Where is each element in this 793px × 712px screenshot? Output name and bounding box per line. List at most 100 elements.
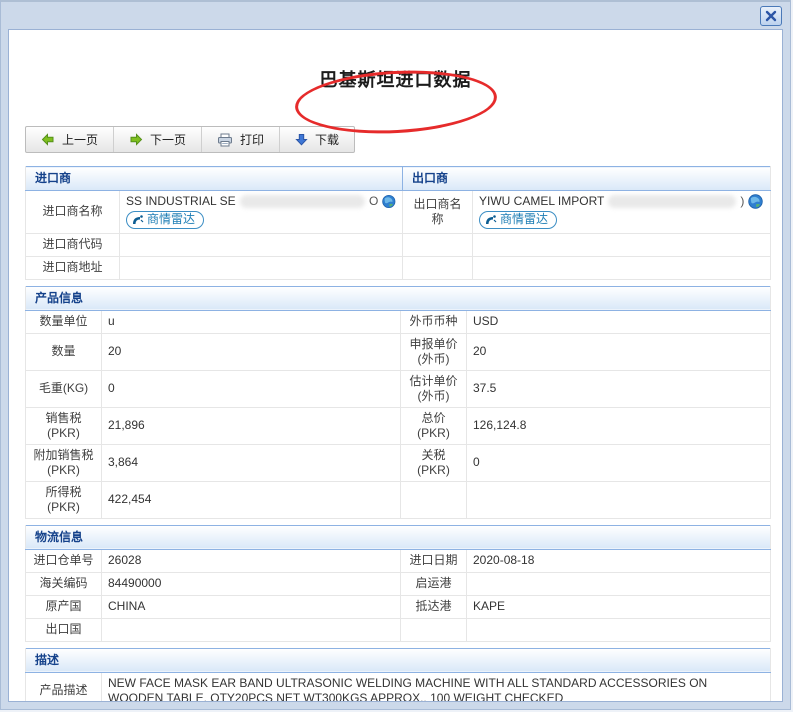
radar-badge-label: 商情雷达 (500, 212, 548, 227)
download-button[interactable]: 下载 (280, 127, 354, 152)
arrow-right-icon (129, 133, 143, 146)
table-row: 进口商地址 (26, 256, 771, 279)
exporter-name-value: YIWU CAMEL IMPORT (479, 194, 604, 209)
next-page-button[interactable]: 下一页 (114, 127, 202, 152)
close-button[interactable] (760, 6, 782, 26)
description-table: 描述 产品描述 NEW FACE MASK EAR BAND ULTRASONI… (25, 648, 771, 703)
product-info-table: 产品信息 数量单位 u 外币币种 USD 数量 20 申报单价(外币) 20 毛… (25, 286, 771, 519)
field-value: 0 (102, 370, 401, 407)
field-label: 毛重(KG) (26, 370, 102, 407)
field-label: 原产国 (26, 595, 102, 618)
table-row: 海关编码 84490000 启运港 (26, 572, 771, 595)
field-value (467, 481, 771, 518)
importer-addr-label: 进口商地址 (26, 256, 120, 279)
section-header-exporter: 出口商 (403, 167, 771, 191)
field-value: 37.5 (467, 370, 771, 407)
importer-name-label: 进口商名称 (26, 191, 120, 234)
arrow-down-icon (295, 133, 308, 146)
field-label: 总价(PKR) (401, 407, 467, 444)
field-value: 21,896 (102, 407, 401, 444)
dialog-window: 巴基斯坦进口数据 上一页 下一页 (0, 0, 791, 710)
globe-icon[interactable] (382, 194, 396, 209)
next-page-label: 下一页 (150, 131, 186, 148)
field-value: 20 (102, 333, 401, 370)
field-label: 估计单价(外币) (401, 370, 467, 407)
importer-radar-badge[interactable]: 商情雷达 (126, 211, 204, 229)
table-row: 原产国 CHINA 抵达港 KAPE (26, 595, 771, 618)
field-value (467, 572, 771, 595)
field-label (401, 481, 467, 518)
importer-code-value (120, 233, 403, 256)
table-row: 数量 20 申报单价(外币) 20 (26, 333, 771, 370)
field-value: 20 (467, 333, 771, 370)
field-value: KAPE (467, 595, 771, 618)
field-value: 126,124.8 (467, 407, 771, 444)
field-value: 0 (467, 444, 771, 481)
dialog-body: 巴基斯坦进口数据 上一页 下一页 (8, 29, 783, 702)
field-label: 数量单位 (26, 310, 102, 333)
print-label: 打印 (240, 131, 264, 148)
field-label: 进口日期 (401, 549, 467, 572)
download-label: 下载 (315, 131, 339, 148)
description-label: 产品描述 (26, 672, 102, 702)
prev-page-button[interactable]: 上一页 (26, 127, 114, 152)
importer-name-value: SS INDUSTRIAL SE (126, 194, 236, 209)
field-value (467, 618, 771, 641)
table-row: 附加销售税(PKR) 3,864 关税(PKR) 0 (26, 444, 771, 481)
importer-addr-value (120, 256, 403, 279)
table-row: 数量单位 u 外币币种 USD (26, 310, 771, 333)
logistics-table: 物流信息 进口仓单号 26028 进口日期 2020-08-18 海关编码 84… (25, 525, 771, 642)
field-value (102, 618, 401, 641)
page-title: 巴基斯坦进口数据 (320, 46, 472, 92)
section-header-importer: 进口商 (26, 167, 403, 191)
printer-icon (217, 133, 233, 147)
field-value: 422,454 (102, 481, 401, 518)
field-value: 3,864 (102, 444, 401, 481)
arrow-left-icon (41, 133, 55, 146)
field-label: 关税(PKR) (401, 444, 467, 481)
table-row: 毛重(KG) 0 估计单价(外币) 37.5 (26, 370, 771, 407)
field-label: 出口国 (26, 618, 102, 641)
prev-page-label: 上一页 (62, 131, 98, 148)
field-value: u (102, 310, 401, 333)
toolbar: 上一页 下一页 打印 下载 (25, 126, 355, 153)
section-header-product: 产品信息 (26, 286, 771, 310)
field-label: 申报单价(外币) (401, 333, 467, 370)
field-label: 数量 (26, 333, 102, 370)
field-label: 启运港 (401, 572, 467, 595)
print-button[interactable]: 打印 (202, 127, 280, 152)
table-row: 进口仓单号 26028 进口日期 2020-08-18 (26, 549, 771, 572)
exporter-name-cell: YIWU CAMEL IMPORT ) (473, 191, 771, 234)
redacted-text (608, 195, 736, 208)
field-label: 销售税(PKR) (26, 407, 102, 444)
table-row: 销售税(PKR) 21,896 总价(PKR) 126,124.8 (26, 407, 771, 444)
table-row: 进口商名称 SS INDUSTRIAL SE O (26, 191, 771, 234)
table-row: 进口商代码 (26, 233, 771, 256)
field-label: 抵达港 (401, 595, 467, 618)
field-label: 进口仓单号 (26, 549, 102, 572)
importer-code-label: 进口商代码 (26, 233, 120, 256)
table-row: 出口国 (26, 618, 771, 641)
exporter-radar-badge[interactable]: 商情雷达 (479, 211, 557, 229)
importer-name-cell: SS INDUSTRIAL SE O (120, 191, 403, 234)
exporter-addr-value (473, 256, 771, 279)
exporter-code-value (473, 233, 771, 256)
description-value: NEW FACE MASK EAR BAND ULTRASONIC WELDIN… (102, 672, 771, 702)
radar-badge-label: 商情雷达 (147, 212, 195, 227)
redacted-text (240, 195, 365, 208)
globe-icon[interactable] (748, 194, 763, 209)
section-header-description: 描述 (26, 648, 771, 672)
section-header-logistics: 物流信息 (26, 525, 771, 549)
table-row: 所得税(PKR) 422,454 (26, 481, 771, 518)
field-value: USD (467, 310, 771, 333)
importer-exporter-table: 进口商 出口商 进口商名称 SS INDUSTRIAL SE O (25, 166, 771, 280)
field-value: 26028 (102, 549, 401, 572)
importer-name-suffix: O (369, 194, 378, 209)
field-label: 海关编码 (26, 572, 102, 595)
field-value: 2020-08-18 (467, 549, 771, 572)
exporter-name-label: 出口商名称 (403, 191, 473, 234)
field-label: 所得税(PKR) (26, 481, 102, 518)
field-label: 附加销售税(PKR) (26, 444, 102, 481)
exporter-name-suffix: ) (740, 194, 744, 209)
field-value: 84490000 (102, 572, 401, 595)
